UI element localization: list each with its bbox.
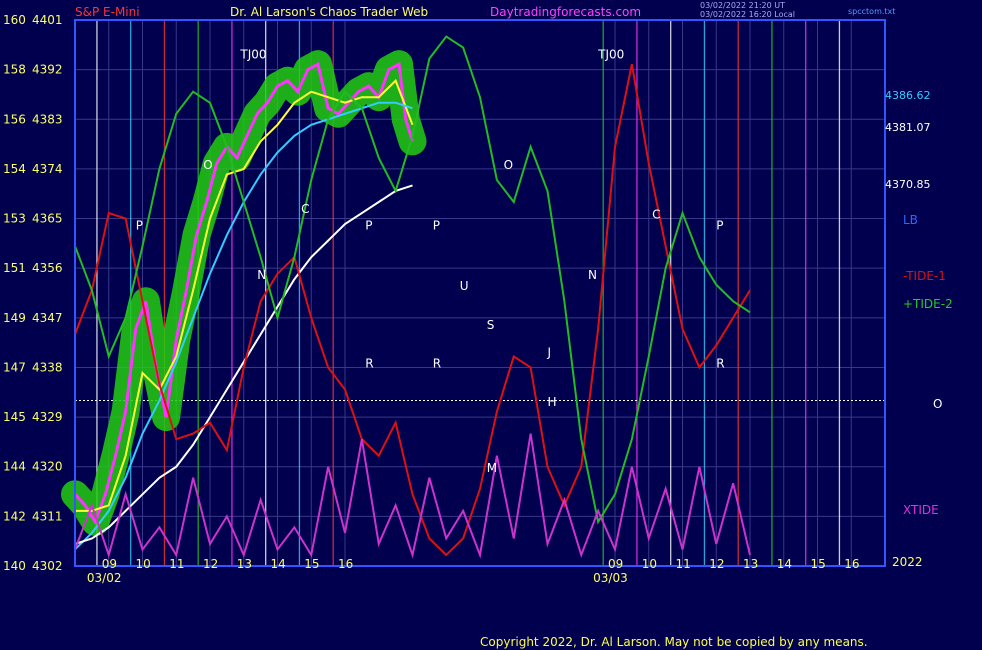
chart-marker: R [716,356,724,370]
x-tick-label: 12 [709,557,724,571]
chart-marker: P [365,219,372,233]
date-label: 03/03 [593,571,628,585]
chart-marker: N [257,268,266,282]
chart-marker: TJ00 [239,48,266,62]
price-label-1: 4386.62 [885,89,931,102]
chaos-trader-chart: P O TJ00 N C P R P R U S M O TJ00 N J H C P R 140 4302 142 431… [0,0,982,650]
chart-marker: C [652,208,660,222]
chart-marker: H [548,395,557,409]
x-tick-label: 14 [777,557,792,571]
x-tick-label: 11 [169,557,184,571]
x-tick-label: 11 [676,557,691,571]
year-label: 2022 [892,555,923,569]
chart-marker: O [504,158,513,172]
price-label-3: 4370.85 [885,178,931,191]
chart-marker: R [433,356,441,370]
chart-marker: TJ00 [597,48,624,62]
chart-marker: P [136,219,143,233]
y-tick-price: 4401 [32,13,63,27]
xtide-label: XTIDE [903,503,939,517]
y-tick-price: 4365 [32,212,63,226]
x-tick-label: 09 [102,557,117,571]
y-tick-left: 147 [3,360,26,374]
chart-marker: S [487,318,495,332]
tide1-label: -TIDE-1 [903,269,946,283]
y-tick-price: 4374 [32,162,63,176]
price-label-2: 4381.07 [885,121,931,134]
data-file-name: spcctom.txt [848,7,895,16]
y-tick-price: 4356 [32,261,63,275]
y-tick-left: 158 [3,63,26,77]
chart-marker: P [433,219,440,233]
y-tick-price: 4302 [32,559,63,573]
x-tick-label: 15 [304,557,319,571]
chart-marker: J [547,345,552,359]
y-tick-price: 4347 [32,311,63,325]
lb-label: LB [903,213,918,227]
date-label: 03/02 [87,571,122,585]
chart-title: Dr. Al Larson's Chaos Trader Web [230,5,428,19]
y-tick-left: 160 [3,13,26,27]
y-tick-left: 142 [3,509,26,523]
chart-marker: P [716,219,723,233]
y-tick-price: 4338 [32,360,63,374]
y-tick-left: 140 [3,559,26,573]
y-tick-left: 153 [3,212,26,226]
chart-marker: R [365,356,373,370]
x-tick-label: 14 [271,557,286,571]
x-tick-label: 10 [136,557,151,571]
x-tick-label: 13 [743,557,758,571]
x-tick-label: 16 [338,557,353,571]
chart-marker: O [203,158,212,172]
x-tick-label: 15 [811,557,826,571]
y-tick-left: 156 [3,112,26,126]
chart-marker: N [588,268,597,282]
copyright: Copyright 2022, Dr. Al Larson. May not b… [480,635,868,649]
site-link[interactable]: Daytradingforecasts.com [490,5,641,19]
y-tick-left: 144 [3,460,26,474]
y-tick-left: 151 [3,261,26,275]
chart-marker: M [487,461,497,475]
chart-marker: U [460,279,469,293]
y-tick-price: 4383 [32,112,63,126]
chart-marker: C [301,202,309,216]
x-tick-label: 10 [642,557,657,571]
y-tick-left: 154 [3,162,26,176]
x-tick-label: 16 [844,557,859,571]
y-tick-left: 145 [3,410,26,424]
x-tick-label: 12 [203,557,218,571]
y-tick-price: 4329 [32,410,63,424]
y-tick-price: 4320 [32,460,63,474]
timestamp-ut: 03/02/2022 21:20 UT [700,1,785,10]
tide2-label: +TIDE-2 [903,297,953,311]
o-label: O [933,397,942,411]
y-tick-left: 149 [3,311,26,325]
x-tick-label: 13 [237,557,252,571]
symbol-title: S&P E-Mini [75,5,140,19]
y-tick-price: 4311 [32,509,63,523]
x-tick-label: 09 [608,557,623,571]
y-tick-price: 4392 [32,63,63,77]
timestamp-local: 03/02/2022 16:20 Local [700,10,795,19]
